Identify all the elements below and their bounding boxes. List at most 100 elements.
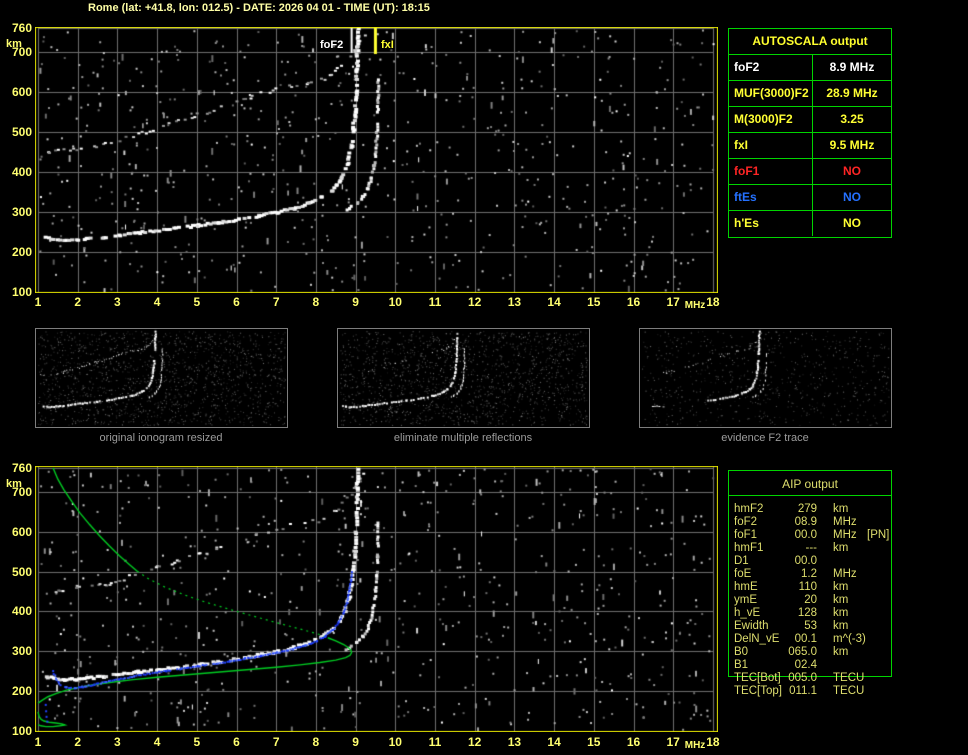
aip-row: hmF2279km [729, 503, 891, 516]
autoscala-row-value: 8.9 MHz [813, 55, 891, 80]
y-tick-label: 300 [1, 644, 32, 658]
aip-row-value: 065.0 [765, 646, 817, 659]
aip-row: h_vE128km [729, 607, 891, 620]
autoscala-row-label: foF1 [729, 159, 813, 184]
fxi-marker-label: fxI [381, 39, 394, 51]
autoscala-row-label: M(3000)F2 [729, 107, 813, 132]
thumbnail-original-ionogram [35, 328, 288, 428]
aip-row-note: [PN] [867, 529, 889, 542]
x-tick-label: 8 [313, 735, 320, 749]
thumbnail-caption-original: original ionogram resized [100, 432, 223, 444]
x-tick-label: 2 [74, 295, 81, 309]
aip-row-value: 00.0 [765, 555, 817, 568]
aip-row-unit: MHz [833, 529, 857, 542]
autoscala-row-value: NO [813, 159, 891, 184]
thumbnail-caption-eliminate: eliminate multiple reflections [394, 432, 532, 444]
autoscala-row: fxI9.5 MHz [729, 133, 891, 159]
y-tick-label: 100 [1, 724, 32, 738]
aip-row-unit: TECU [833, 685, 864, 698]
x-tick-label: 7 [273, 295, 280, 309]
autoscala-row-label: h'Es [729, 211, 813, 236]
aip-row-value: 128 [765, 607, 817, 620]
autoscala-row-label: foF2 [729, 55, 813, 80]
x-tick-label: 16 [627, 735, 640, 749]
x-tick-label: 9 [352, 295, 359, 309]
x-tick-label: 5 [193, 295, 200, 309]
autoscala-row: MUF(3000)F228.9 MHz [729, 81, 891, 107]
aip-row-value: 02.4 [765, 659, 817, 672]
aip-row-unit: TECU [833, 672, 864, 685]
x-tick-label: 14 [547, 735, 560, 749]
x-tick-label: 18 [706, 735, 719, 749]
x-tick-label: 13 [508, 295, 521, 309]
x-tick-label: 14 [547, 295, 560, 309]
thumbnail-eliminate-reflections [337, 328, 590, 428]
x-tick-label: 3 [114, 295, 121, 309]
aip-row: B0065.0km [729, 646, 891, 659]
aip-row-label: foF1 [734, 529, 757, 542]
aip-row-label: Ewidth [734, 620, 769, 633]
autoscala-row-label: MUF(3000)F2 [729, 81, 813, 106]
autoscala-row-label: fxI [729, 133, 813, 158]
x-tick-label: 2 [74, 735, 81, 749]
aip-row-label: ymE [734, 594, 757, 607]
x-tick-label: 1 [35, 295, 42, 309]
x-tick-label: 6 [233, 295, 240, 309]
autoscala-row: foF1NO [729, 159, 891, 185]
autoscala-header: AUTOSCALA output [729, 29, 891, 55]
autoscala-row-value: NO [813, 185, 891, 210]
aip-row-label: hmF1 [734, 542, 763, 555]
aip-row: D1 00.0 [729, 555, 891, 568]
x-tick-label: 12 [468, 295, 481, 309]
aip-row-label: hmF2 [734, 503, 763, 516]
autoscala-app-window: Rome (lat: +41.8, lon: 012.5) - DATE: 20… [0, 0, 968, 755]
autoscala-row: foF28.9 MHz [729, 55, 891, 81]
aip-row-label: D1 [734, 555, 749, 568]
thumbnail-caption-evidence: evidence F2 trace [721, 432, 808, 444]
autoscala-row: ftEsNO [729, 185, 891, 211]
aip-row-unit: km [833, 594, 848, 607]
aip-row: DelN_vE00.1m^(-3) [729, 633, 891, 646]
x-tick-label: 6 [233, 735, 240, 749]
x-tick-label: 17 [667, 295, 680, 309]
aip-row: hmF1---km [729, 542, 891, 555]
aip-row: foF100.0MHz[PN] [729, 529, 891, 542]
x-tick-label: 11 [429, 295, 442, 309]
x-tick-label: 8 [313, 295, 320, 309]
aip-row-unit: km [833, 503, 848, 516]
x-tick-label: 15 [587, 735, 600, 749]
x-tick-label: 17 [667, 735, 680, 749]
x-tick-label: 9 [352, 735, 359, 749]
x-tick-label: 13 [508, 735, 521, 749]
thumbnail-evidence-f2 [639, 328, 892, 428]
aip-header: AIP output [729, 477, 891, 491]
x-axis-unit-label: MHz [685, 740, 706, 751]
aip-row-label: h_vE [734, 607, 760, 620]
autoscala-row-value: NO [813, 211, 891, 236]
autoscala-row-value: 28.9 MHz [813, 81, 891, 106]
y-tick-label: 760 [1, 21, 32, 35]
autoscala-row-value: 3.25 [813, 107, 891, 132]
autoscala-rows: foF28.9 MHzMUF(3000)F228.9 MHzM(3000)F23… [729, 55, 891, 236]
x-tick-label: 12 [468, 735, 481, 749]
y-tick-label: 760 [1, 461, 32, 475]
aip-row-label: foE [734, 568, 751, 581]
aip-row-value: 00.1 [765, 633, 817, 646]
aip-row-value: 53 [765, 620, 817, 633]
aip-row: TEC[Bot]005.0TECU [729, 672, 891, 685]
aip-row: hmE110km [729, 581, 891, 594]
aip-row-value: 1.2 [765, 568, 817, 581]
aip-row-label: B0 [734, 646, 748, 659]
aip-row-value: 005.0 [765, 672, 817, 685]
aip-row-unit: m^(-3) [833, 633, 866, 646]
autoscala-row: h'EsNO [729, 211, 891, 236]
x-tick-label: 7 [273, 735, 280, 749]
aip-row: TEC[Top]011.1TECU [729, 685, 891, 698]
aip-row-label: B1 [734, 659, 748, 672]
x-axis-unit-label: MHz [685, 300, 706, 311]
y-axis-unit-label: km [6, 478, 22, 490]
fof2-marker-label: foF2 [320, 39, 343, 51]
top-ionogram-plot: foF2 fxI [35, 27, 718, 293]
aip-row-value: 110 [765, 581, 817, 594]
aip-row: Ewidth53km [729, 620, 891, 633]
